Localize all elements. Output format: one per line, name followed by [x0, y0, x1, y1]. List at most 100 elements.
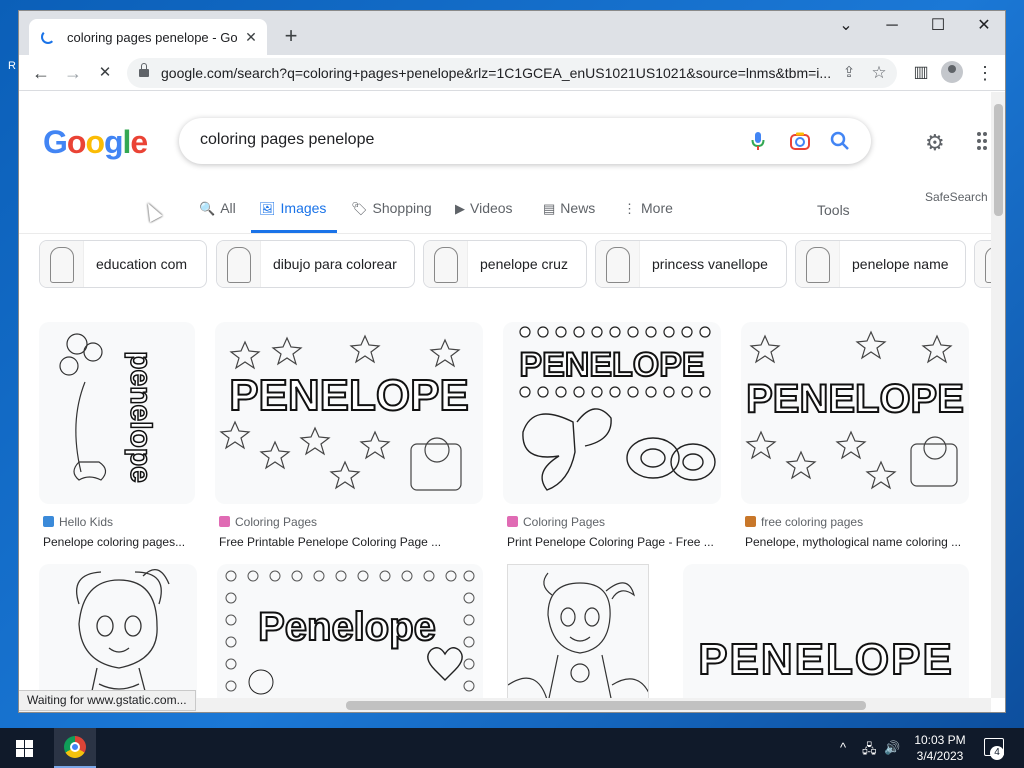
- search-input[interactable]: coloring pages penelope: [200, 131, 374, 149]
- result-caption[interactable]: Penelope coloring pages...: [43, 535, 193, 549]
- network-icon[interactable]: 🖧: [862, 740, 877, 762]
- taskbar-clock[interactable]: 10:03 PM 3/4/2023: [900, 732, 980, 764]
- tools-button[interactable]: Tools: [817, 202, 850, 218]
- clock-time: 10:03 PM: [914, 733, 966, 747]
- tab-shopping[interactable]: 🏷 Shopping: [351, 200, 432, 217]
- vertical-scroll-thumb[interactable]: [994, 104, 1003, 216]
- google-images-page: Google coloring pages penelope ⚙ 🔍 All 🖼 I…: [19, 92, 991, 698]
- windows-start-icon[interactable]: [0, 728, 48, 768]
- tab-images[interactable]: 🖼 Images: [259, 200, 326, 217]
- horizontal-scroll-thumb[interactable]: [346, 701, 866, 710]
- search-nav-tabs: 🔍 All 🖼 Images 🏷 Shopping ▶ Videos ▤ News ⋮ Mo…: [19, 190, 991, 234]
- image-word: PENELOPE: [746, 377, 964, 421]
- result-image[interactable]: penelope: [39, 322, 195, 504]
- forward-button[interactable]: →: [59, 59, 87, 87]
- news-icon: ▤: [543, 201, 556, 216]
- taskbar-chrome-button[interactable]: [54, 728, 96, 768]
- result-caption[interactable]: Penelope, mythological name coloring ...: [745, 535, 967, 549]
- related-chip[interactable]: dibujo para colorear: [216, 240, 415, 288]
- favicon-icon: [43, 516, 54, 527]
- image-word: Penelope: [258, 605, 436, 649]
- profile-avatar-icon[interactable]: [941, 61, 963, 83]
- share-icon[interactable]: ⇪: [837, 61, 861, 85]
- related-chip[interactable]: penelope name: [795, 240, 966, 288]
- notification-count-badge: 4: [990, 746, 1004, 760]
- minimize-button[interactable]: ─: [869, 11, 915, 43]
- favicon-icon: [219, 516, 230, 527]
- related-chip[interactable]: princess vanellope: [595, 240, 787, 288]
- result-source[interactable]: Hello Kids: [43, 515, 113, 529]
- tab-all[interactable]: 🔍 All: [199, 200, 236, 217]
- tray-overflow-icon[interactable]: ^: [840, 740, 846, 755]
- lens-camera-icon[interactable]: [787, 128, 813, 154]
- google-logo[interactable]: Google: [43, 124, 148, 161]
- browser-window: coloring pages penelope - Google Search …: [18, 10, 1006, 713]
- taskbar: ^ 🖧 🔊 10:03 PM 3/4/2023 4: [0, 728, 1024, 768]
- url-text[interactable]: google.com/search?q=coloring+pages+penel…: [161, 65, 831, 81]
- lock-icon[interactable]: [139, 63, 149, 77]
- chip-thumbnail: [596, 241, 640, 287]
- google-apps-icon[interactable]: [977, 132, 991, 150]
- side-panel-icon[interactable]: ▥: [907, 59, 935, 87]
- safesearch-button[interactable]: SafeSearch: [925, 190, 988, 204]
- chip-thumbnail: [217, 241, 261, 287]
- result-caption[interactable]: Print Penelope Coloring Page - Free ...: [507, 535, 721, 549]
- result-image[interactable]: [39, 564, 197, 698]
- stop-loading-button[interactable]: ✕: [91, 59, 119, 87]
- vertical-scrollbar[interactable]: [991, 92, 1005, 698]
- related-chip[interactable]: penelope cruz: [423, 240, 587, 288]
- back-button[interactable]: ←: [27, 59, 55, 87]
- tab-strip: coloring pages penelope - Google Search …: [19, 11, 1005, 55]
- chrome-icon: [64, 736, 86, 758]
- browser-tab[interactable]: coloring pages penelope - Google Search …: [29, 19, 267, 55]
- active-tab-indicator: [251, 230, 337, 233]
- new-tab-button[interactable]: +: [277, 23, 305, 51]
- related-chip[interactable]: education com: [39, 240, 207, 288]
- image-word: penelope: [124, 351, 157, 483]
- tab-close-icon[interactable]: ✕: [243, 29, 259, 46]
- microphone-icon[interactable]: [745, 128, 771, 154]
- tab-news[interactable]: ▤ News: [543, 200, 595, 217]
- result-source[interactable]: Coloring Pages: [507, 515, 605, 529]
- browser-toolbar: ← → ✕ google.com/search?q=coloring+pages…: [19, 55, 1005, 91]
- chip-thumbnail: [975, 241, 991, 287]
- tag-icon: 🏷: [351, 201, 368, 216]
- loading-spinner-icon: [41, 30, 55, 44]
- result-image[interactable]: PENELOPE: [503, 322, 721, 504]
- result-image[interactable]: PENELOPE: [215, 322, 483, 504]
- more-vertical-icon: ⋮: [623, 201, 636, 216]
- chip-thumbnail: [40, 241, 84, 287]
- result-caption[interactable]: Free Printable Penelope Coloring Page ..…: [219, 535, 479, 549]
- result-image[interactable]: PENELOPE: [683, 564, 969, 698]
- image-word: PENELOPE: [519, 346, 704, 384]
- play-icon: ▶: [455, 201, 465, 216]
- search-icon[interactable]: [827, 128, 853, 154]
- clock-date: 3/4/2023: [916, 749, 964, 763]
- related-chip-partial[interactable]: [974, 240, 991, 288]
- status-bubble: Waiting for www.gstatic.com...: [19, 690, 196, 711]
- tab-search-icon[interactable]: ⌄: [823, 11, 869, 43]
- settings-gear-icon[interactable]: ⚙: [925, 130, 945, 156]
- tab-title: coloring pages penelope - Google Search: [67, 29, 237, 45]
- desktop-partial-label: R: [8, 60, 16, 72]
- bookmark-star-icon[interactable]: ☆: [867, 61, 891, 85]
- image-word: PENELOPE: [698, 635, 954, 684]
- close-window-button[interactable]: ✕: [961, 11, 1005, 43]
- address-bar[interactable]: google.com/search?q=coloring+pages+penel…: [127, 58, 897, 88]
- volume-icon[interactable]: 🔊: [884, 740, 900, 756]
- favicon-icon: [745, 516, 756, 527]
- chip-thumbnail: [796, 241, 840, 287]
- browser-menu-icon[interactable]: ⋮: [971, 59, 999, 87]
- tab-more[interactable]: ⋮ More: [623, 200, 673, 217]
- image-icon: 🖼: [259, 201, 276, 216]
- tab-videos[interactable]: ▶ Videos: [455, 200, 513, 217]
- result-source[interactable]: Coloring Pages: [219, 515, 317, 529]
- image-word: PENELOPE: [229, 371, 469, 420]
- result-source[interactable]: free coloring pages: [745, 515, 863, 529]
- result-image[interactable]: PENELOPE: [741, 322, 969, 504]
- maximize-button[interactable]: ☐: [915, 11, 961, 43]
- favicon-icon: [507, 516, 518, 527]
- result-image[interactable]: Penelope: [217, 564, 483, 698]
- result-image[interactable]: [507, 564, 649, 698]
- search-box[interactable]: coloring pages penelope: [179, 118, 871, 164]
